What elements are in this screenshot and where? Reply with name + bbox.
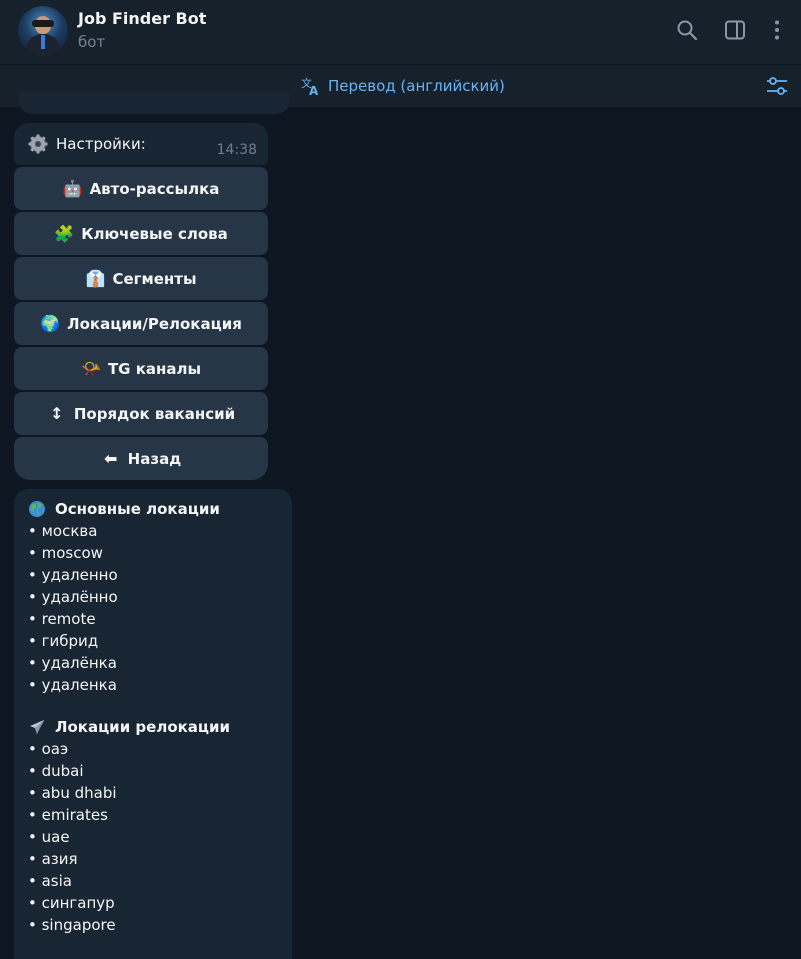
settings-message-text-row: Настройки: bbox=[28, 134, 146, 154]
list-item: • удалённо bbox=[28, 588, 118, 606]
svg-text:A: A bbox=[309, 84, 319, 97]
settings-message-text: Настройки: bbox=[56, 135, 146, 153]
list-item: • гибрид bbox=[28, 632, 99, 650]
tune-icon[interactable] bbox=[765, 75, 789, 97]
robot-icon: 🤖 bbox=[62, 178, 83, 198]
main-locations-title: Основные локации bbox=[28, 498, 278, 520]
left-arrow-icon: ⬅ bbox=[103, 448, 118, 468]
translate-button[interactable]: 文 A Перевод (английский) bbox=[300, 75, 505, 97]
kb-button-label: Ключевые слова bbox=[81, 224, 228, 243]
list-item: • азия bbox=[28, 850, 78, 868]
chat-subtitle: бот bbox=[78, 33, 106, 51]
kb-button-label: Назад bbox=[127, 449, 182, 468]
main-locations-title-text: Основные локации bbox=[55, 500, 220, 518]
chat-header: Job Finder Bot бот bbox=[0, 0, 801, 64]
list-item: • удалёнка bbox=[28, 654, 117, 672]
kb-button-tg-channels[interactable]: 📯 TG каналы bbox=[14, 347, 268, 390]
translate-icon: 文 A bbox=[301, 76, 319, 97]
up-down-arrow-icon: ↕ bbox=[50, 403, 64, 423]
search-icon[interactable] bbox=[675, 18, 699, 42]
list-item: • emirates bbox=[28, 806, 108, 824]
kb-button-keywords[interactable]: 🧩 Ключевые слова bbox=[14, 212, 268, 255]
list-item: • dubai bbox=[28, 762, 84, 780]
avatar-visor bbox=[32, 20, 54, 27]
gear-icon bbox=[28, 134, 48, 154]
list-item: • удаленка bbox=[28, 676, 117, 694]
kb-button-label: TG каналы bbox=[107, 359, 202, 378]
list-item: • singapore bbox=[28, 916, 116, 934]
shirt-tie-icon: 👔 bbox=[85, 268, 106, 288]
puzzle-icon: 🧩 bbox=[54, 223, 75, 243]
kb-button-label: Сегменты bbox=[112, 269, 197, 288]
relocation-title-text: Локации релокации bbox=[55, 718, 231, 736]
list-item: • asia bbox=[28, 872, 72, 890]
avatar[interactable] bbox=[18, 6, 68, 56]
kb-button-label: Порядок вакансий bbox=[73, 404, 236, 423]
settings-message-bubble: Настройки: 14:38 bbox=[14, 123, 268, 165]
locations-message-bubble: Основные локации • москва • moscow • уда… bbox=[14, 489, 292, 959]
list-item: • удаленно bbox=[28, 566, 118, 584]
previous-message-bubble bbox=[18, 92, 290, 114]
list-item: • remote bbox=[28, 610, 96, 628]
airplane-icon bbox=[30, 719, 45, 734]
kb-button-segments[interactable]: 👔 Сегменты bbox=[14, 257, 268, 300]
kb-button-auto-mailing[interactable]: 🤖 Авто-рассылка bbox=[14, 167, 268, 210]
sidebar-toggle-icon[interactable] bbox=[723, 18, 747, 42]
message-time: 14:38 bbox=[216, 142, 257, 158]
translate-label: Перевод (английский) bbox=[328, 77, 505, 95]
kb-button-back[interactable]: ⬅ Назад bbox=[14, 437, 268, 480]
list-item: • uae bbox=[28, 828, 70, 846]
list-item: • москва bbox=[28, 522, 98, 540]
list-item: • abu dhabi bbox=[28, 784, 117, 802]
list-item: • сингапур bbox=[28, 894, 115, 912]
list-item: • оаэ bbox=[28, 740, 69, 758]
chat-title[interactable]: Job Finder Bot bbox=[78, 9, 206, 28]
postal-horn-icon: 📯 bbox=[80, 358, 101, 378]
list-item: • moscow bbox=[28, 544, 103, 562]
kb-button-vacancy-order[interactable]: ↕ Порядок вакансий bbox=[14, 392, 268, 435]
globe-icon bbox=[29, 501, 45, 517]
kb-button-locations[interactable]: 🌍 Локации/Релокация bbox=[14, 302, 268, 345]
globe-icon: 🌍 bbox=[40, 313, 61, 333]
more-vertical-icon[interactable] bbox=[765, 18, 789, 42]
relocation-title: Локации релокации bbox=[28, 716, 278, 738]
kb-button-label: Локации/Релокация bbox=[67, 314, 242, 333]
avatar-tie bbox=[41, 35, 45, 49]
kb-button-label: Авто-рассылка bbox=[89, 179, 220, 198]
